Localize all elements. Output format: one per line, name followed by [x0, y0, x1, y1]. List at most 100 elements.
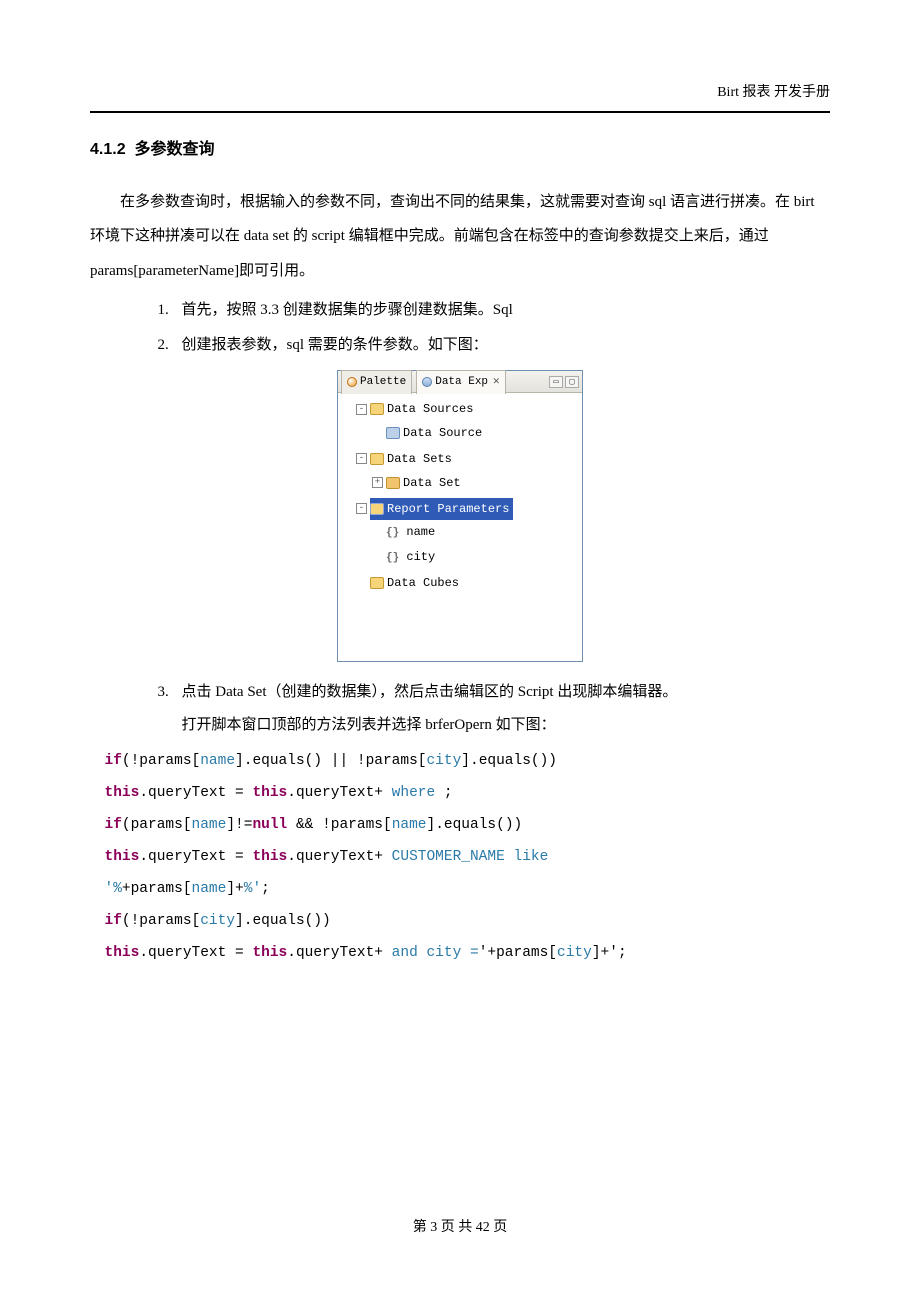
code-text: ]!= — [226, 817, 252, 833]
code-text: +params[ — [122, 881, 192, 897]
page-number: 第 3 页 共 42 页 — [413, 1220, 508, 1235]
minimize-icon[interactable]: ▭ — [549, 376, 563, 388]
tree-node-param-city[interactable]: {} city — [372, 545, 580, 570]
code-text: ].equals()) — [427, 817, 523, 833]
code-text: ]+' — [592, 945, 618, 961]
code-text: .queryText+ — [287, 785, 383, 801]
data-icon — [422, 377, 432, 387]
code-text: && !params[ — [287, 817, 391, 833]
section-number: 4.1.2 — [90, 141, 126, 158]
list-text: 首先，按照 3.3 创建数据集的步骤创建数据集。Sql — [182, 302, 513, 318]
code-line: if(!params[city].equals()) — [105, 906, 831, 938]
code-text: (params[ — [122, 817, 192, 833]
keyword: this — [252, 785, 287, 801]
code-text: ].equals()) — [461, 753, 557, 769]
string: CUSTOMER_NAME like — [392, 849, 549, 865]
cube-icon — [370, 577, 384, 589]
code-text: ].equals()) — [235, 913, 331, 929]
tree-label: Data Set — [403, 476, 461, 490]
code-text: ]+ — [226, 881, 243, 897]
param: city — [426, 753, 461, 769]
folder-icon — [370, 503, 384, 515]
tree-label: name — [406, 525, 435, 539]
section-title: 4.1.2 多参数查询 — [90, 135, 830, 165]
list-number: 2. — [158, 329, 182, 362]
param: name — [192, 817, 227, 833]
list-item: 3.点击 Data Set（创建的数据集），然后点击编辑区的 Script 出现… — [158, 676, 831, 742]
code-text: .queryText = — [139, 849, 252, 865]
keyword: if — [105, 913, 122, 929]
tree-view: - Data Sources Data Source - Data Sets + Da… — [338, 393, 582, 661]
header-title: Birt 报表 开发手册 — [717, 85, 830, 100]
code-line: if(params[name]!=null && !params[name].e… — [105, 810, 831, 842]
keyword: this — [252, 849, 287, 865]
tree-node-data-source[interactable]: Data Source — [372, 421, 580, 446]
code-text: (!params[ — [122, 913, 200, 929]
maximize-icon[interactable]: ▢ — [565, 376, 579, 388]
tree-node-data-set[interactable]: + Data Set — [372, 471, 580, 496]
collapse-icon[interactable]: - — [356, 503, 367, 514]
list-item: 2.创建报表参数，sql 需要的条件参数。如下图： — [158, 329, 831, 362]
param: name — [392, 817, 427, 833]
tree-node-report-parameters[interactable]: - Report Parameters {} name {} city — [356, 497, 580, 572]
palette-icon — [347, 377, 357, 387]
param: name — [192, 881, 227, 897]
string: %' — [244, 881, 261, 897]
code-text: ; — [261, 881, 270, 897]
code-line: this.queryText = this.queryText+ CUSTOME… — [105, 842, 831, 874]
keyword: this — [252, 945, 287, 961]
collapse-icon[interactable]: - — [356, 453, 367, 464]
keyword: if — [105, 753, 122, 769]
tab-palette[interactable]: Palette — [341, 370, 412, 394]
keyword: null — [252, 817, 287, 833]
code-text: .queryText = — [139, 945, 252, 961]
datasource-icon — [386, 427, 400, 439]
keyword: if — [105, 817, 122, 833]
list-number: 3. — [158, 676, 182, 709]
code-text: ; — [444, 785, 453, 801]
folder-icon — [370, 453, 384, 465]
tree-label: Data Sets — [387, 452, 452, 466]
section-name: 多参数查询 — [134, 141, 214, 158]
tree-node-data-cubes[interactable]: Data Cubes — [356, 571, 580, 596]
data-explorer-panel: Palette Data Exp ✕ ▭ ▢ - Data Sources Dat… — [337, 370, 583, 662]
string: where — [383, 785, 444, 801]
tree-node-data-sources[interactable]: - Data Sources Data Source — [356, 397, 580, 447]
tree-label: Data Sources — [387, 402, 473, 416]
list-text: 创建报表参数，sql 需要的条件参数。如下图： — [182, 337, 488, 353]
code-text: '+params[ — [479, 945, 557, 961]
keyword: this — [105, 849, 140, 865]
intro-paragraph: 在多参数查询时，根据输入的参数不同，查询出不同的结果集，这就需要对查询 sql … — [90, 185, 830, 289]
tab-label: Data Exp — [435, 372, 488, 393]
list-subtext: 打开脚本窗口顶部的方法列表并选择 brferOpern 如下图： — [182, 709, 831, 742]
code-text: .queryText = — [139, 785, 252, 801]
tree-label: Data Cubes — [387, 576, 459, 590]
panel-tabbar: Palette Data Exp ✕ ▭ ▢ — [338, 371, 582, 393]
code-line: if(!params[name].equals() || !params[cit… — [105, 746, 831, 778]
expand-icon[interactable]: + — [372, 477, 383, 488]
tree-node-param-name[interactable]: {} name — [372, 520, 580, 545]
tab-data-exp[interactable]: Data Exp ✕ — [416, 370, 505, 394]
tab-label: Palette — [360, 372, 406, 393]
list-text: 点击 Data Set（创建的数据集），然后点击编辑区的 Script 出现脚本… — [182, 684, 678, 700]
param: city — [200, 913, 235, 929]
list-item: 1.首先，按照 3.3 创建数据集的步骤创建数据集。Sql — [158, 294, 831, 327]
string: '% — [105, 881, 122, 897]
code-block: if(!params[name].equals() || !params[cit… — [105, 746, 831, 969]
brace-icon: {} — [386, 552, 399, 564]
keyword: this — [105, 785, 140, 801]
brace-icon: {} — [386, 527, 399, 539]
code-line: '%+params[name]+%'; — [105, 874, 831, 906]
page-footer: 第 3 页 共 42 页 — [0, 1215, 920, 1242]
tree-label: city — [406, 550, 435, 564]
list-number: 1. — [158, 294, 182, 327]
page-header: Birt 报表 开发手册 — [90, 80, 830, 113]
collapse-icon[interactable]: - — [356, 404, 367, 415]
param: city — [557, 945, 592, 961]
folder-icon — [370, 403, 384, 415]
tree-label: Report Parameters — [387, 502, 509, 516]
tree-label: Data Source — [403, 426, 482, 440]
tree-node-data-sets[interactable]: - Data Sets + Data Set — [356, 447, 580, 497]
code-text: ].equals() || !params[ — [235, 753, 426, 769]
close-icon[interactable]: ✕ — [493, 372, 500, 393]
